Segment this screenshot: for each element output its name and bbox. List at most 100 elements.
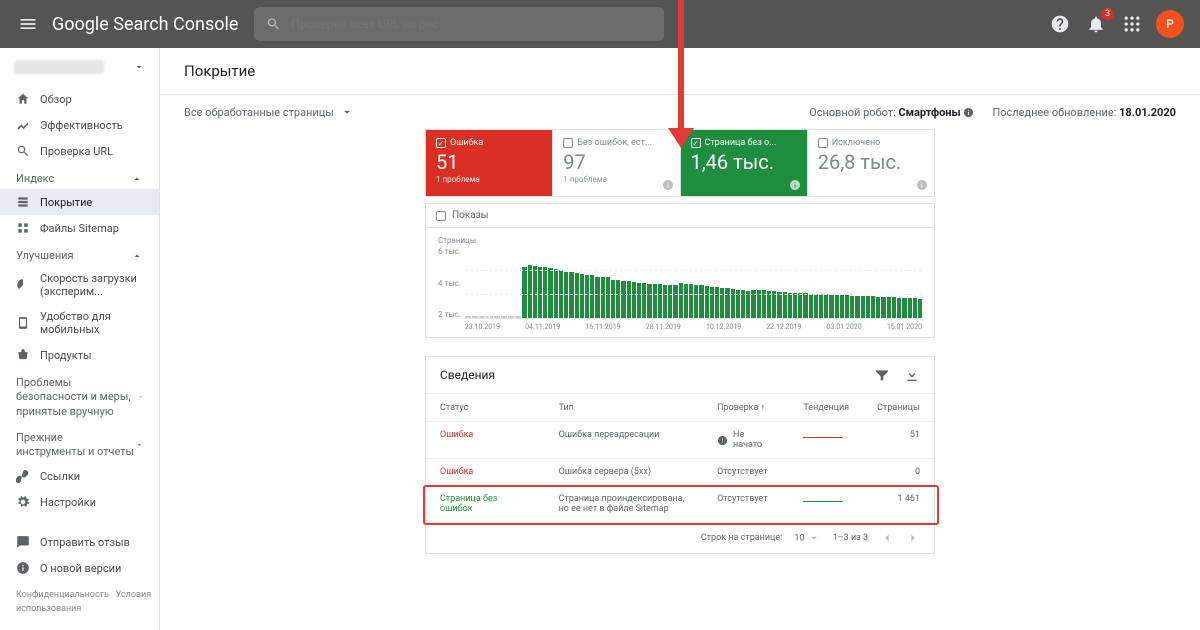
chart-bar [543,267,547,318]
chart-bar [746,291,750,318]
sidebar-item-overview[interactable]: Обзор [0,86,159,112]
chart-bar [515,316,521,318]
chart-bar [902,298,906,318]
chevron-up-icon [131,173,143,185]
chart-bar [569,272,573,318]
table-row[interactable]: ОшибкаОшибка переадресации!Не начато51 [426,422,934,459]
info-icon[interactable] [662,179,674,191]
property-selector[interactable] [0,48,159,86]
chart-bar [559,270,563,318]
chart-bar [548,268,552,318]
info-icon[interactable] [789,179,801,191]
chart-bar [653,284,657,318]
details-title: Сведения [440,368,495,382]
sidebar-section-enhance[interactable]: Улучшения [0,241,159,266]
sidebar-item-about[interactable]: О новой версии [0,555,159,581]
chart-bar [528,265,532,318]
table-row[interactable]: ОшибкаОшибка сервера (5xx)Отсутствует0 [426,459,934,486]
crawler-info[interactable]: Основной робот: Смартфоны [809,106,974,119]
next-page-icon[interactable] [906,531,920,545]
chart-bar [564,272,568,318]
chart-bar [861,296,865,318]
page-title: Покрытие [160,48,1200,95]
chart-bar [725,288,729,318]
chart-bar [684,284,688,318]
apps-icon[interactable] [1120,12,1144,36]
rows-per-page-select[interactable]: 10 [794,531,820,545]
sidebar-item-settings[interactable]: Настройки [0,489,159,515]
checkbox-icon [436,138,446,148]
sidebar-item-links[interactable]: Ссылки [0,463,159,489]
chart-bar [465,316,471,318]
sidebar-item-feedback[interactable]: Отправить отзыв [0,529,159,555]
sidebar-item-mobile[interactable]: Удобство для мобильных [0,304,159,342]
page-filter-dropdown[interactable]: Все обработанные страницы [184,105,354,119]
chart-x-axis: 23.10.201904.11.201916.11.201928.11.2019… [465,323,922,331]
notifications-icon[interactable]: 3 [1084,12,1108,36]
chart-bar [881,297,885,318]
details-panel: Сведения Статус Тип Проверка ↑ Тенденция [425,356,935,554]
card-valid[interactable]: Страница без о... 1,46 тыс. [681,130,808,196]
sidebar-section-legacy[interactable]: Прежние инструменты и отчеты [0,423,159,464]
chart-bar [580,274,584,318]
chart-bar [835,295,839,318]
sidebar-item-sitemaps[interactable]: Файлы Sitemap [0,215,159,241]
chart-bar [855,296,859,318]
chart-bar [809,294,813,318]
chart-bar [850,296,854,318]
chart-bar [611,280,615,318]
chart-bar [741,290,745,318]
chart-bars [465,247,922,319]
sidebar-item-speed[interactable]: Скорость загрузки (эксперим... [0,266,159,304]
chart-bar [627,281,631,318]
filter-toolbar: Все обработанные страницы Основной робот… [160,95,1200,129]
sidebar-item-products[interactable]: Продукты [0,342,159,368]
search-input[interactable] [291,17,652,31]
chart-bar [897,298,901,318]
prev-page-icon[interactable] [880,531,894,545]
checkbox-icon [563,138,573,148]
chart-bar [616,280,620,318]
table-row[interactable]: Страница без ошибокСтраница проиндексиро… [426,486,934,523]
impressions-toggle[interactable]: Показы [425,203,935,228]
card-valid-warnings[interactable]: Без ошибок, ест... 97 1 проблема [553,130,680,196]
card-error[interactable]: Ошибка 51 1 проблема [426,130,553,196]
help-icon[interactable] [1048,12,1072,36]
search-icon [266,16,281,32]
chart-bar [720,288,724,318]
chart-bar [772,291,776,318]
chart-bar [699,285,703,318]
chart-bar [508,316,514,318]
chart-bar [731,289,735,318]
sidebar-item-coverage[interactable]: Покрытие [0,189,159,215]
chart-bar [788,293,792,318]
chart-bar [814,294,818,318]
notif-badge: 3 [1101,8,1114,20]
chart-bar [798,293,802,318]
chevron-up-icon [131,250,143,262]
chart-bar [892,297,896,318]
sidebar-item-performance[interactable]: Эффективность [0,112,159,138]
menu-icon[interactable] [16,12,40,36]
chart-bar [918,299,922,318]
checkbox-icon [818,138,828,148]
chart-bar [876,297,880,318]
chart-bar [472,316,478,318]
filter-icon[interactable] [874,367,890,383]
download-icon[interactable] [904,367,920,383]
sidebar-section-index[interactable]: Индекс [0,164,159,189]
chart-bar [679,283,683,318]
chevron-down-icon [138,391,143,403]
chart-bar [658,284,662,318]
chart-bar [793,293,797,318]
sidebar-section-security[interactable]: Проблемы безопасности и меры, принятые в… [0,368,159,423]
sidebar-item-url-inspect[interactable]: Проверка URL [0,138,159,164]
card-excluded[interactable]: Исключено 26,8 тыс. [808,130,934,196]
checkbox-icon [691,138,701,148]
info-icon[interactable] [916,179,928,191]
chart-bar [621,281,625,318]
chart-bar [501,316,507,318]
avatar[interactable]: P [1156,10,1184,38]
search-box[interactable] [254,7,664,41]
chart-bar [689,284,693,318]
